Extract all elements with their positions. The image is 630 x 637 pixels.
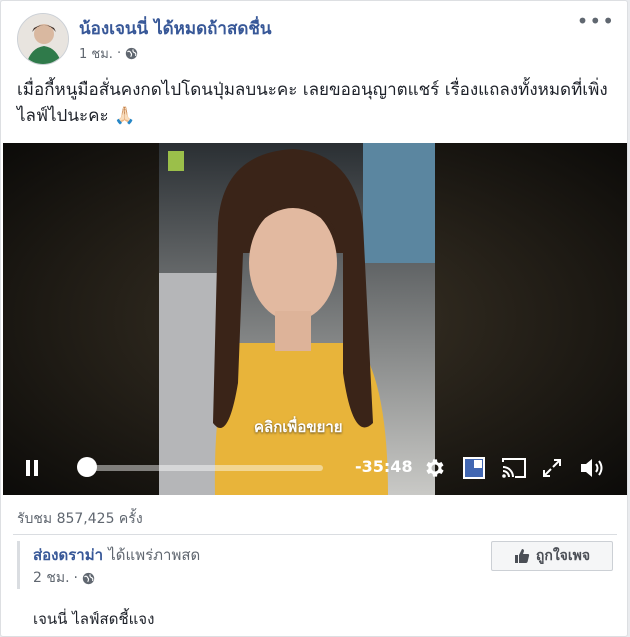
gear-icon[interactable] <box>419 453 449 483</box>
picture-in-picture-icon[interactable] <box>461 455 487 481</box>
divider <box>13 534 617 535</box>
shared-page-line: ส่องดราม่า ได้แพร่ภาพสด <box>33 543 200 567</box>
more-options-icon[interactable]: ••• <box>577 11 615 31</box>
post-body: เมื่อกี้หนูมือสั่นคงกดไปโดนปุ่มลบนะคะ เล… <box>17 80 608 126</box>
post-text: เมื่อกี้หนูมือสั่นคงกดไปโดนปุ่มลบนะคะ เล… <box>17 77 617 129</box>
fullscreen-icon[interactable] <box>539 455 565 481</box>
shared-meta: 2 ชม. · <box>33 567 95 589</box>
shared-description: เจนนี่ ไลฟ์สดชี้แจง <box>33 610 155 628</box>
volume-icon[interactable] <box>577 453 609 483</box>
like-page-label: ถูกใจเพจ <box>535 548 591 564</box>
progress-track[interactable] <box>87 465 323 471</box>
view-count: รับชม 857,425 ครั้ง <box>17 511 143 527</box>
author-avatar[interactable] <box>17 13 69 65</box>
video-player[interactable]: คลิกเพื่อขยาย -35:48 <box>3 143 627 495</box>
post-time[interactable]: 1 ชม. <box>79 43 113 64</box>
globe-icon <box>125 47 138 60</box>
praying-hands-emoji: 🙏🏻 <box>114 106 136 126</box>
click-to-expand-hint[interactable]: คลิกเพื่อขยาย <box>254 415 343 439</box>
shared-time[interactable]: 2 ชม. <box>33 567 70 589</box>
meta-separator: · <box>73 570 78 586</box>
thumbs-up-icon <box>514 549 530 563</box>
shared-post-bar <box>17 541 20 589</box>
globe-icon <box>82 572 95 584</box>
video-controls: -35:48 <box>3 445 627 493</box>
progress-handle[interactable] <box>77 457 97 477</box>
meta-separator: · <box>116 46 122 61</box>
post-card: น้องเจนนี่ ได้หมดถ้าสดชื่น 1 ชม. · ••• เ… <box>0 0 628 637</box>
pause-icon[interactable] <box>19 455 45 481</box>
shared-page-name[interactable]: ส่องดราม่า <box>33 546 103 564</box>
like-page-button[interactable]: ถูกใจเพจ <box>491 541 613 571</box>
post-meta: 1 ชม. · <box>79 43 138 64</box>
shared-action: ได้แพร่ภาพสด <box>108 546 201 564</box>
author-name[interactable]: น้องเจนนี่ ได้หมดถ้าสดชื่น <box>79 15 272 42</box>
video-frame <box>3 143 627 495</box>
time-remaining: -35:48 <box>355 457 413 476</box>
cast-icon[interactable] <box>499 455 529 481</box>
